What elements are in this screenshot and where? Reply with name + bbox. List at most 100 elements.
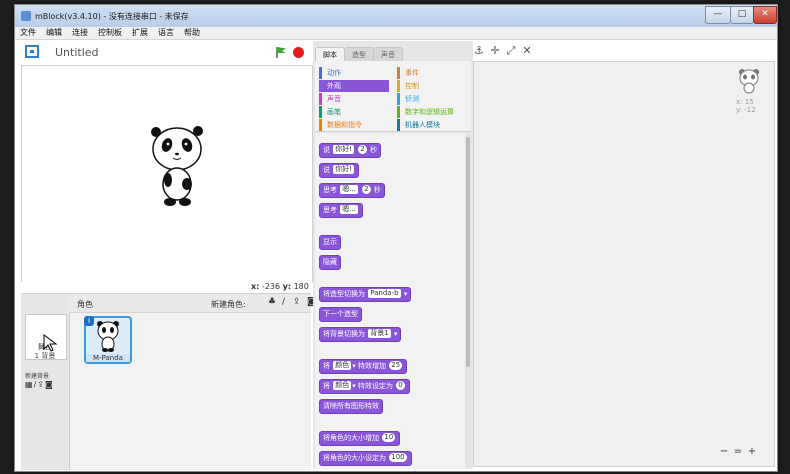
block-input[interactable]: 嗯... [340,205,358,214]
zoom-in-icon[interactable]: + [746,446,758,458]
block-text: 将 [323,362,330,370]
minimize-button[interactable]: — [705,6,731,24]
block-dropdown[interactable]: Panda-b [368,289,401,298]
menu-file[interactable]: 文件 [15,27,41,39]
block-input[interactable]: 25 [389,361,403,370]
move-icon[interactable]: ✛ [489,45,501,57]
script-area[interactable]: x: 15 y: -12 − = + [473,61,775,467]
block-input[interactable]: 2 [358,145,367,154]
block-text: 将角色的大小设定为 [323,454,386,462]
block-text: 将背景切换为 [323,330,365,338]
block-input[interactable]: 你好! [333,145,355,154]
block-text: 说 [323,166,330,174]
palette-scrollbar[interactable] [465,133,471,469]
backdrop-upload-icon[interactable]: ⇪ [37,380,45,389]
menu-bar: 文件 编辑 连接 控制板 扩展 语言 帮助 [15,27,777,40]
y-value: 180 [293,282,309,291]
palette-scroll-thumb[interactable] [466,137,470,367]
menu-language[interactable]: 语言 [153,27,179,39]
category-sensing[interactable]: 侦测 [397,93,475,105]
title-bar: mBlock(v3.4.10) - 没有连接串口 - 未保存 — □ ✕ [15,5,777,28]
sprites-header: 角色 新建角色: ♣ / ⇪ ◙ [69,294,316,313]
block-think-for-secs[interactable]: 思考 嗯... 2 秒 [319,183,385,198]
sprite-x-readout: x: 15 [736,98,754,106]
category-control[interactable]: 控制 [397,80,475,92]
category-events[interactable]: 事件 [397,67,475,79]
menu-edit[interactable]: 编辑 [41,27,67,39]
block-text: 特效设定为 [357,382,393,390]
block-input[interactable]: 你好! [333,165,355,174]
x-value: -236 [261,282,281,291]
block-input[interactable]: 0 [396,381,405,390]
block-set-size[interactable]: 将角色的大小设定为 100 [319,451,412,466]
window-title: mBlock(v3.4.10) - 没有连接串口 - 未保存 [35,12,189,21]
sprite-pane: 舞台 1 背景 新建背景 ▦/⇪◙ 角色 新建角色: ♣ / ⇪ ◙ [21,293,316,470]
block-say-for-secs[interactable]: 说 你好! 2 秒 [319,143,381,158]
block-switch-costume[interactable]: 将造型切换为 Panda-b ▾ [319,287,412,302]
block-input[interactable]: 2 [362,185,371,194]
category-looks[interactable]: 外观 [319,80,389,92]
block-text: 将 [323,382,330,390]
block-next-costume[interactable]: 下一个造型 [319,307,362,322]
sprite-y-readout: y: -12 [736,106,756,114]
block-dropdown[interactable]: 颜色 [333,381,352,390]
menu-help[interactable]: 帮助 [179,27,205,39]
category-operators[interactable]: 数字和逻辑运算 [397,106,475,118]
paint-sprite-icon[interactable]: / [282,297,285,307]
sprite-library-icon[interactable]: ♣ [268,297,276,307]
block-clear-effects[interactable]: 清除所有图形特效 [319,399,383,414]
block-dropdown[interactable]: 颜色 [333,361,352,370]
stop-icon[interactable] [293,47,304,58]
menu-extensions[interactable]: 扩展 [127,27,153,39]
category-pen[interactable]: 画笔 [319,106,389,118]
fullscreen-icon[interactable] [25,45,39,58]
category-data[interactable]: 数据和指令 [319,119,389,131]
block-input[interactable]: 100 [389,453,407,462]
category-robots[interactable]: 机器人模块 [397,119,475,131]
category-sound[interactable]: 声音 [319,93,389,105]
block-text: 秒 [373,186,381,194]
tab-costumes[interactable]: 造型 [344,47,374,62]
category-motion[interactable]: 动作 [319,67,389,79]
block-text: 将造型切换为 [323,290,365,298]
block-input[interactable]: 嗯... [340,185,358,194]
shrink-icon[interactable]: ✕ [521,45,533,57]
project-title[interactable]: Untitled [55,46,99,59]
zoom-reset-icon[interactable]: = [732,446,744,458]
new-sprite-label: 新建角色: [211,300,246,309]
sprite-name: M-Panda [86,354,130,362]
block-hide[interactable]: 隐藏 [319,255,341,270]
upload-sprite-icon[interactable]: ⇪ [293,297,301,307]
backdrop-camera-icon[interactable]: ◙ [45,380,54,389]
sprite-info-badge[interactable]: i [84,316,94,326]
menu-connect[interactable]: 连接 [67,27,93,39]
block-change-effect[interactable]: 将 颜色 ▾ 特效增加 25 [319,359,408,374]
block-palette: 脚本 造型 声音 动作 外观 声音 画笔 数据和指令 事件 控制 侦测 数字和逻… [313,41,473,469]
block-change-size[interactable]: 将角色的大小增加 10 [319,431,401,446]
maximize-button[interactable]: □ [730,6,754,24]
block-text: 思考 [323,206,337,214]
green-flag-icon[interactable] [275,46,287,58]
menu-boards[interactable]: 控制板 [93,27,127,39]
y-label: y: [282,282,292,291]
panda-sprite[interactable] [150,122,206,208]
block-text: 特效增加 [357,362,386,370]
block-think[interactable]: 思考 嗯... [319,203,363,218]
block-switch-backdrop[interactable]: 将背景切换为 背景1 ▾ [319,327,402,342]
block-input[interactable]: 10 [382,433,396,442]
tab-sounds[interactable]: 声音 [373,47,403,62]
stage-column: 舞台 1 背景 新建背景 ▦/⇪◙ [21,294,70,470]
block-set-effect[interactable]: 将 颜色 ▾ 特效设定为 0 [319,379,410,394]
grow-icon[interactable]: ⤢ [505,45,517,57]
backdrop-library-icon[interactable]: ▦ [25,380,34,389]
sprite-tile-panda[interactable]: i M-Panda [84,316,132,364]
mouse-cursor-icon [43,334,58,352]
stage-canvas[interactable] [21,65,313,282]
block-say[interactable]: 说 你好! [319,163,360,178]
stamp-icon[interactable]: ⚓ [473,45,485,57]
stage-backdrop-count: 1 背景 [34,352,56,360]
block-show[interactable]: 显示 [319,235,341,250]
close-button[interactable]: ✕ [753,6,777,24]
zoom-out-icon[interactable]: − [718,446,730,458]
block-dropdown[interactable]: 背景1 [368,329,391,338]
